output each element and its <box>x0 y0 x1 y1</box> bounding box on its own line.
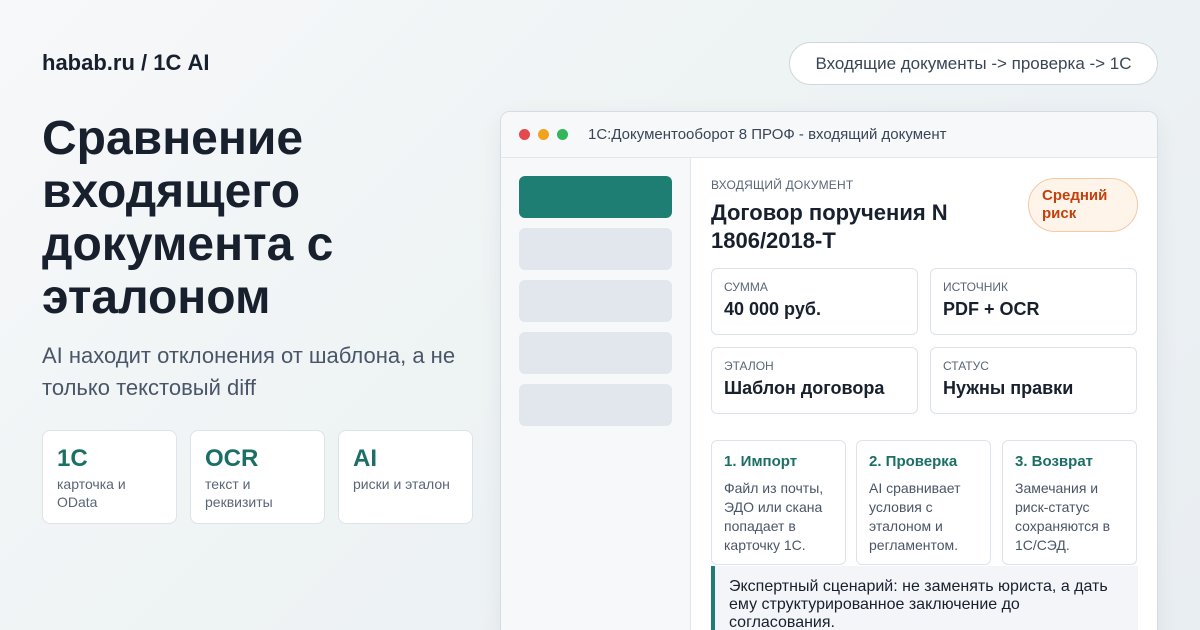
info-card-source: ИСТОЧНИК PDF + OCR <box>930 268 1137 335</box>
step-import: 1. Импорт Файл из почты, ЭДО или скана п… <box>711 440 846 565</box>
feature-card-ai: AI риски и эталон <box>338 430 473 524</box>
step-text: AI сравнивает условия с эталоном и регла… <box>869 480 961 553</box>
info-label: ИСТОЧНИК <box>943 280 1009 294</box>
feature-text: карточка и OData <box>57 476 126 510</box>
step-text: Файл из почты, ЭДО или скана попадает в … <box>724 480 824 553</box>
step-text: Замечания и риск-статус сохраняются в 1С… <box>1015 480 1111 553</box>
feature-title: AI <box>353 445 377 472</box>
step-title: 2. Проверка <box>869 453 958 470</box>
sidebar-item[interactable] <box>519 384 672 426</box>
step-return: 3. Возврат Замечания и риск-статус сохра… <box>1002 440 1137 565</box>
feature-title: 1С <box>57 445 88 472</box>
brand-title: habab.ru / 1С AI <box>42 50 210 75</box>
sidebar-item[interactable] <box>519 228 672 270</box>
flow-pill-text: Входящие документы -> проверка -> 1С <box>815 53 1132 73</box>
info-label: ЭТАЛОН <box>724 359 774 373</box>
sidebar-item-active[interactable] <box>519 176 672 218</box>
sidebar-item[interactable] <box>519 332 672 374</box>
close-dot-icon[interactable] <box>519 129 530 140</box>
info-value: Шаблон договора <box>724 378 885 398</box>
risk-badge: Средний риск <box>1028 178 1138 232</box>
expert-note: Экспертный сценарий: не заменять юриста,… <box>711 566 1138 630</box>
info-value: 40 000 руб. <box>724 299 821 319</box>
document-title: Договор поручения N 1806/2018-Т <box>711 200 948 253</box>
feature-card-1c: 1С карточка и OData <box>42 430 177 524</box>
feature-title: OCR <box>205 445 259 472</box>
info-label: СТАТУС <box>943 359 989 373</box>
info-label: СУММА <box>724 280 768 294</box>
sidebar-item[interactable] <box>519 280 672 322</box>
window-title: 1С:Документооборот 8 ПРОФ - входящий док… <box>588 126 947 143</box>
window-titlebar: 1С:Документооборот 8 ПРОФ - входящий док… <box>501 112 1157 158</box>
document-kicker: ВХОДЯЩИЙ ДОКУМЕНТ <box>711 178 854 192</box>
maximize-dot-icon[interactable] <box>557 129 568 140</box>
info-value: PDF + OCR <box>943 299 1040 319</box>
feature-text: риски и эталон <box>353 476 450 492</box>
app-window-mockup: 1С:Документооборот 8 ПРОФ - входящий док… <box>500 111 1158 630</box>
step-check: 2. Проверка AI сравнивает условия с этал… <box>856 440 991 565</box>
info-card-status: СТАТУС Нужны правки <box>930 347 1137 414</box>
step-title: 1. Импорт <box>724 453 798 470</box>
feature-text: текст и реквизиты <box>205 476 273 510</box>
step-title: 3. Возврат <box>1015 453 1094 470</box>
minimize-dot-icon[interactable] <box>538 129 549 140</box>
hero-subtitle: AI находит отклонения от шаблона, а не т… <box>42 343 456 400</box>
info-card-template: ЭТАЛОН Шаблон договора <box>711 347 918 414</box>
info-card-amount: СУММА 40 000 руб. <box>711 268 918 335</box>
feature-cards: 1С карточка и OData OCR текст и реквизит… <box>42 430 473 524</box>
hero-title: Сравнение входящего документа с эталоном <box>42 112 334 324</box>
info-value: Нужны правки <box>943 378 1074 398</box>
flow-pill: Входящие документы -> проверка -> 1С <box>789 42 1158 85</box>
feature-card-ocr: OCR текст и реквизиты <box>190 430 325 524</box>
sidebar <box>501 158 691 630</box>
